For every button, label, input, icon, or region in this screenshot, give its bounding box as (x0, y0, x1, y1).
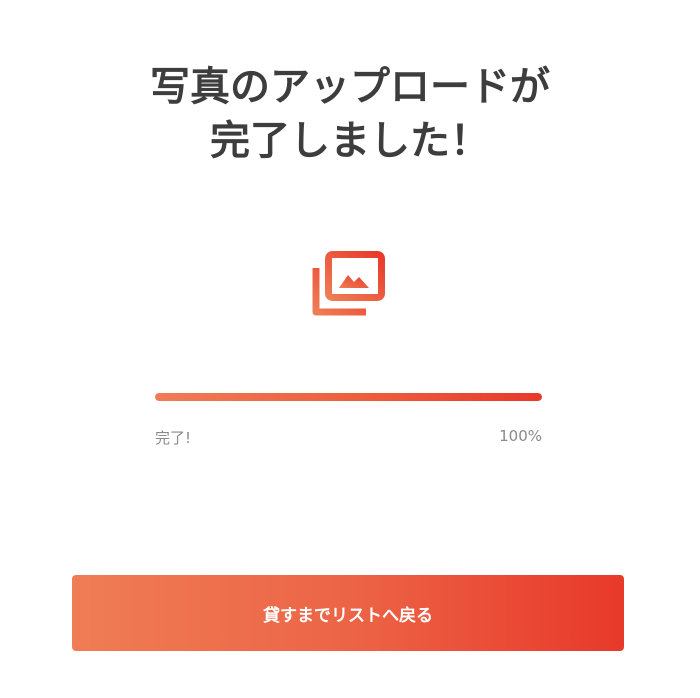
page-title-line2: 完了しました！ (210, 118, 490, 164)
photo-library-icon (312, 250, 386, 316)
progress-status-label: 完了! (155, 429, 192, 447)
progress-percent: 100% (499, 427, 542, 445)
page-title-line1: 写真のアップロードが (150, 64, 550, 110)
upload-progress-bar (155, 393, 542, 401)
page-title: 写真のアップロードが 完了しました！ (0, 60, 700, 168)
back-to-list-button[interactable]: 貸すまでリストへ戻る (72, 575, 624, 651)
upload-progress-fill (155, 393, 542, 401)
